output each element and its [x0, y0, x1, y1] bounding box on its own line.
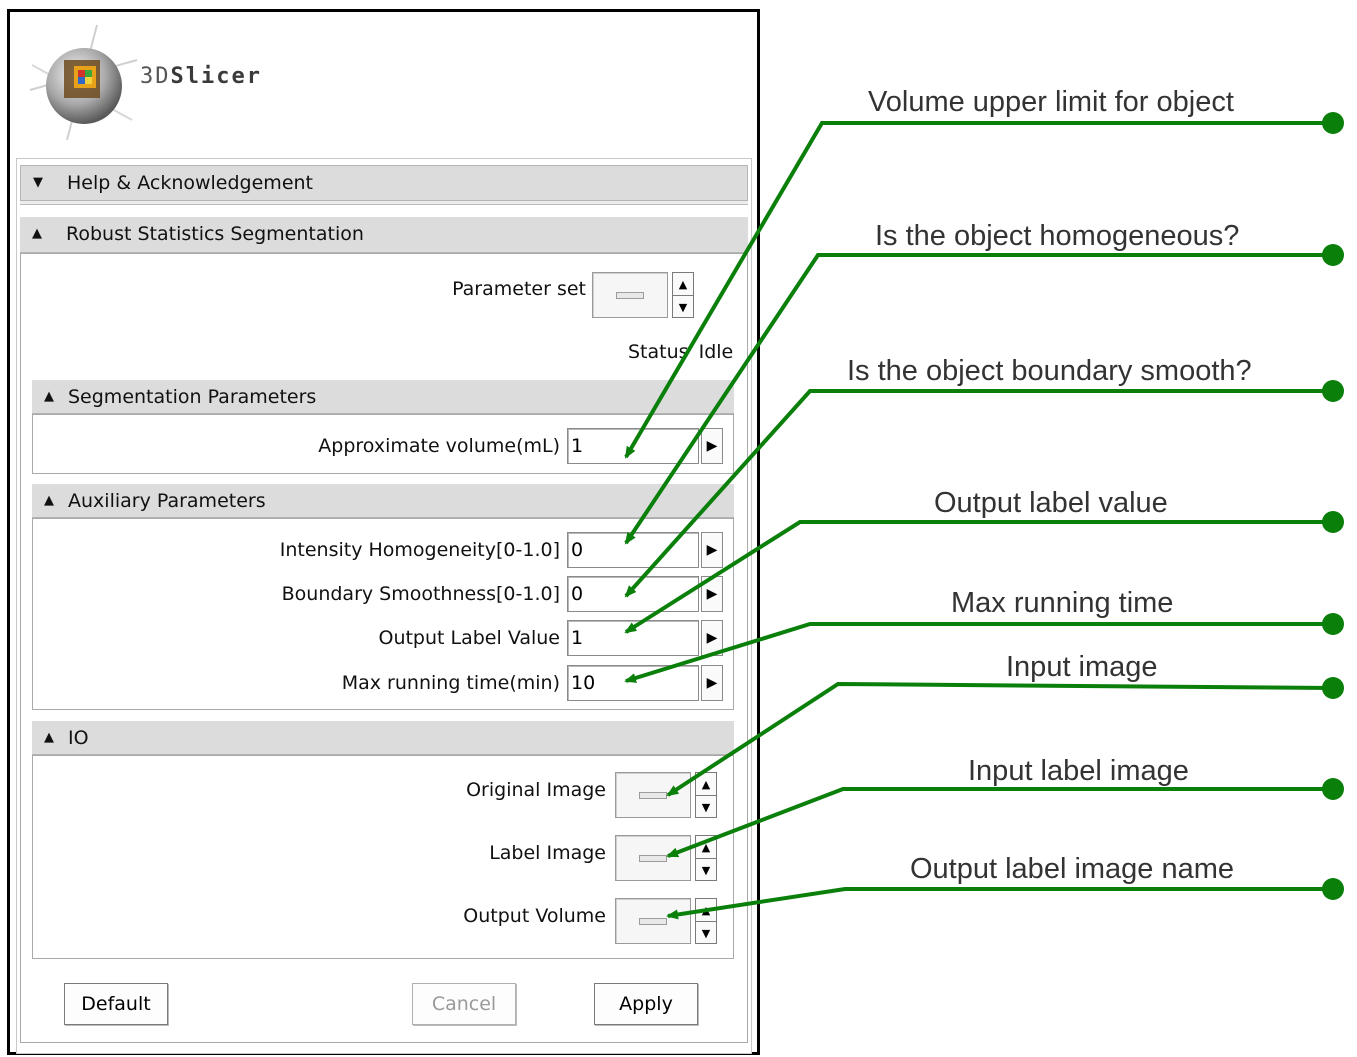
annotation-dot: [1322, 677, 1344, 699]
annotation-arrow: [666, 787, 1333, 858]
annotation-arrow: [666, 681, 1334, 797]
annotation-arrows: [624, 112, 1344, 920]
annotation-dot: [1322, 511, 1344, 533]
annotation-arrow: [624, 253, 1333, 545]
annotation-arrow: [624, 622, 1333, 683]
annotation-arrow: [624, 121, 1333, 459]
annotation-dot: [1322, 112, 1344, 134]
annotation-dot: [1322, 244, 1344, 266]
annotation-dot: [1322, 613, 1344, 635]
annotation-arrow: [666, 887, 1333, 920]
annotation-dot: [1322, 778, 1344, 800]
annotation-arrow: [624, 520, 1333, 634]
annotation-dot: [1322, 380, 1344, 402]
annotation-dot: [1322, 878, 1344, 900]
